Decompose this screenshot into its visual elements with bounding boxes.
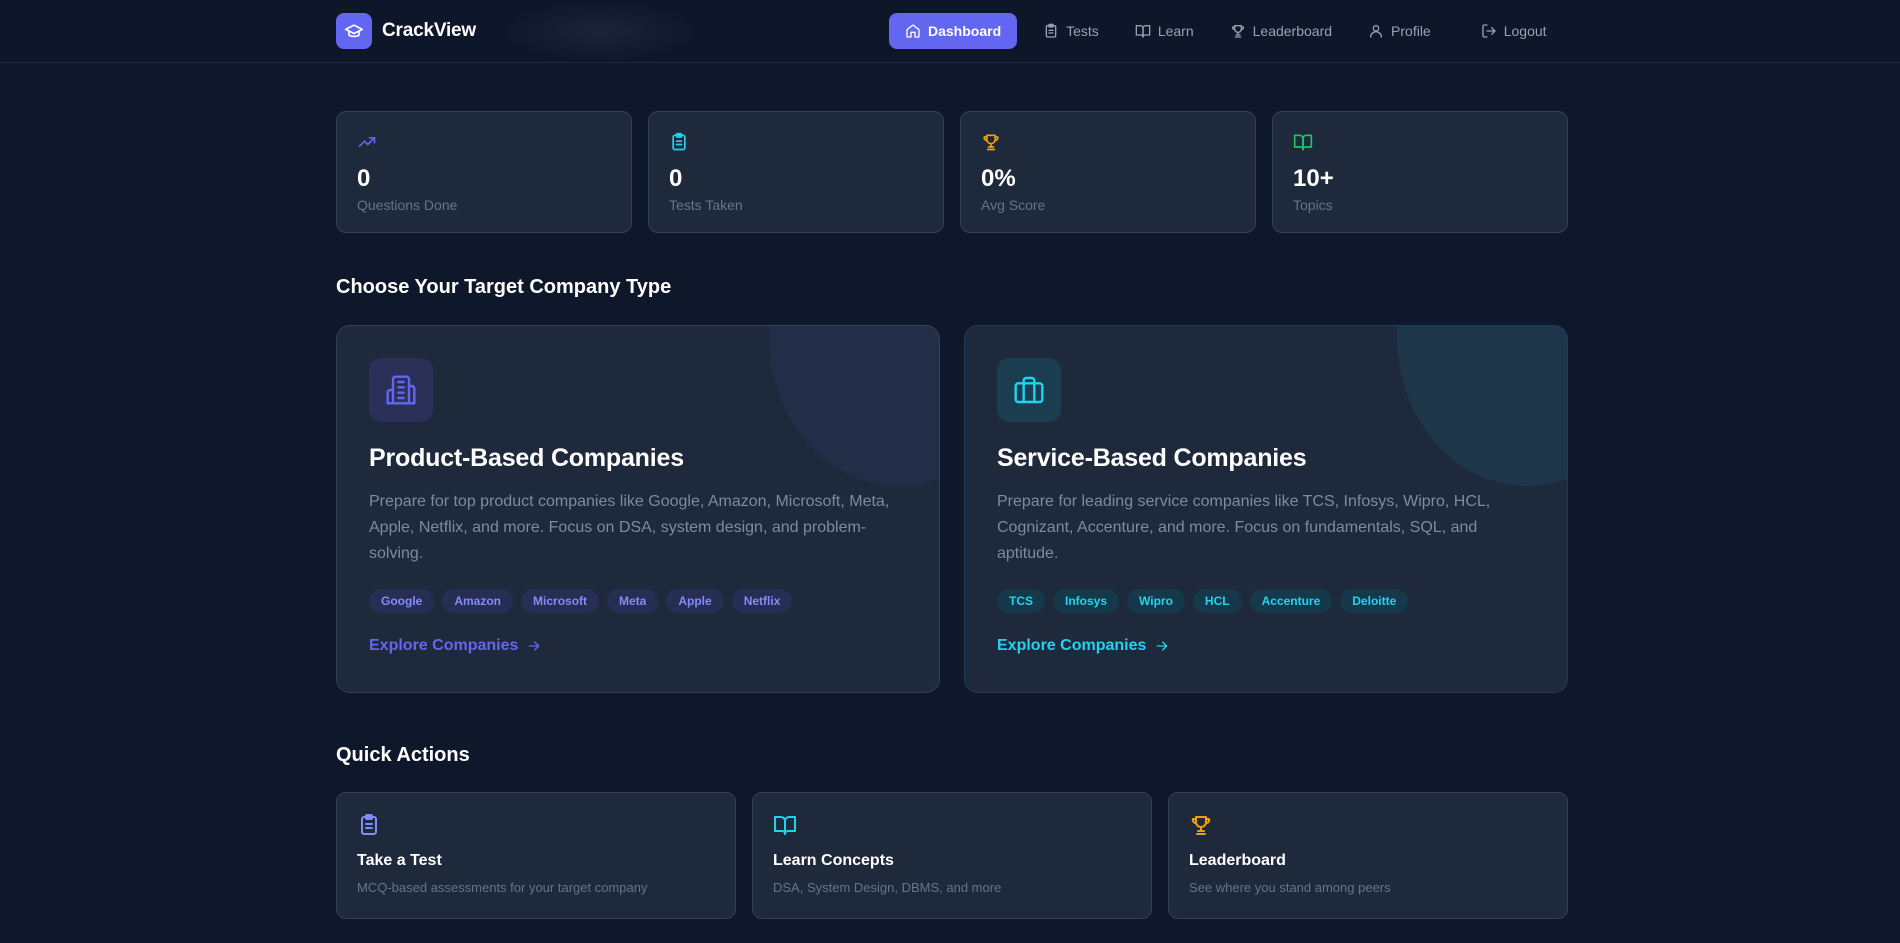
- quick-action-description: See where you stand among peers: [1189, 880, 1391, 895]
- company-tag: Apple: [666, 589, 724, 613]
- trending-up-icon: [358, 137, 376, 147]
- nav-item-tests[interactable]: Tests: [1027, 13, 1115, 49]
- book-open-icon: [774, 816, 796, 835]
- nav-item-label: Leaderboard: [1252, 23, 1333, 39]
- nav-item-label: Learn: [1157, 23, 1194, 39]
- service-companies-card[interactable]: Service-Based Companies Prepare for lead…: [964, 325, 1568, 693]
- logout-button[interactable]: Logout: [1465, 13, 1563, 49]
- quick-action-title: Take a Test: [357, 852, 442, 869]
- company-tag: Google: [369, 589, 435, 613]
- company-tags: Google Amazon Microsoft Meta Apple Netfl…: [369, 589, 907, 613]
- stat-value: 0: [357, 165, 371, 192]
- brand[interactable]: CrackView: [336, 13, 476, 49]
- company-tag: TCS: [997, 589, 1045, 613]
- company-tag: Wipro: [1127, 589, 1185, 613]
- stat-value: 10+: [1293, 165, 1334, 192]
- company-tag: Microsoft: [521, 589, 600, 613]
- trophy-icon: [983, 134, 999, 151]
- explore-companies-link[interactable]: Explore Companies: [997, 637, 1535, 655]
- stat-card: 10+ Topics: [1272, 111, 1568, 233]
- company-section-title: Choose Your Target Company Type: [336, 276, 672, 298]
- company-tag: Deloitte: [1340, 589, 1409, 613]
- stat-card: 0 Tests Taken: [648, 111, 944, 233]
- card-description: Prepare for leading service companies li…: [997, 493, 1491, 562]
- building-icon: [369, 358, 433, 422]
- product-companies-card[interactable]: Product-Based Companies Prepare for top …: [336, 325, 940, 693]
- graduation-cap-icon: [336, 13, 372, 49]
- stat-label: Questions Done: [357, 197, 458, 213]
- stat-card: 0 Questions Done: [336, 111, 632, 233]
- stat-label: Tests Taken: [669, 197, 743, 213]
- company-tags: TCS Infosys Wipro HCL Accenture Deloitte: [997, 589, 1535, 613]
- explore-label: Explore Companies: [369, 637, 519, 654]
- brand-name: CrackView: [382, 20, 476, 41]
- quick-actions-title: Quick Actions: [336, 744, 470, 766]
- trophy-icon: [1191, 816, 1211, 835]
- nav-item-label: Dashboard: [928, 23, 1002, 39]
- arrow-right-icon: [1157, 641, 1168, 651]
- book-open-icon: [1293, 134, 1313, 151]
- clipboard-icon: [672, 132, 686, 151]
- top-navbar: CrackView Dashboard Tests Learn Leaderbo…: [0, 0, 1900, 63]
- arrow-right-icon: [529, 641, 540, 651]
- trophy-icon: [1231, 25, 1244, 38]
- clipboard-icon: [1045, 23, 1057, 38]
- briefcase-icon: [997, 358, 1061, 422]
- home-icon: [906, 24, 920, 38]
- quick-action-take-test[interactable]: Take a Test MCQ-based assessments for yo…: [336, 792, 736, 919]
- nav-item-label: Tests: [1066, 23, 1099, 39]
- stat-label: Avg Score: [981, 197, 1046, 213]
- nav-item-label: Profile: [1391, 23, 1431, 39]
- card-description: Prepare for top product companies like G…: [369, 493, 890, 562]
- book-open-icon: [1135, 25, 1151, 38]
- company-tag: HCL: [1192, 589, 1242, 613]
- stat-value: 0: [669, 165, 683, 192]
- company-tag: Infosys: [1053, 589, 1120, 613]
- company-tag: Accenture: [1249, 589, 1333, 613]
- stat-value: 0%: [981, 165, 1016, 192]
- quick-action-description: DSA, System Design, DBMS, and more: [773, 880, 1002, 895]
- user-icon: [1370, 25, 1383, 38]
- company-tag: Meta: [607, 589, 659, 613]
- explore-label: Explore Companies: [997, 637, 1147, 654]
- stats-row: 0 Questions Done 0 Tests Taken 0% Avg Sc…: [336, 111, 1568, 233]
- quick-action-learn-concepts[interactable]: Learn Concepts DSA, System Design, DBMS,…: [752, 792, 1152, 919]
- quick-actions-row: Take a Test MCQ-based assessments for yo…: [336, 792, 1568, 919]
- nav-menu: Dashboard Tests Learn Leaderboard Profil…: [889, 13, 1567, 49]
- clipboard-icon: [361, 814, 377, 835]
- quick-action-description: MCQ-based assessments for your target co…: [357, 880, 648, 895]
- company-tag: Amazon: [442, 589, 514, 613]
- nav-item-dashboard[interactable]: Dashboard: [889, 13, 1018, 49]
- company-type-cards: Product-Based Companies Prepare for top …: [336, 325, 1568, 693]
- nav-item-profile[interactable]: Profile: [1352, 13, 1447, 49]
- quick-action-title: Leaderboard: [1189, 852, 1286, 869]
- nav-item-learn[interactable]: Learn: [1119, 13, 1210, 49]
- quick-action-leaderboard[interactable]: Leaderboard See where you stand among pe…: [1168, 792, 1568, 919]
- nav-item-label: Logout: [1503, 23, 1547, 39]
- logout-icon: [1482, 24, 1496, 38]
- stat-card: 0% Avg Score: [960, 111, 1256, 233]
- navbar-glow: [500, 0, 700, 63]
- explore-companies-link[interactable]: Explore Companies: [369, 637, 907, 655]
- stat-label: Topics: [1293, 197, 1333, 213]
- company-tag: Netflix: [731, 589, 793, 613]
- nav-item-leaderboard[interactable]: Leaderboard: [1214, 13, 1348, 49]
- quick-action-title: Learn Concepts: [773, 852, 894, 869]
